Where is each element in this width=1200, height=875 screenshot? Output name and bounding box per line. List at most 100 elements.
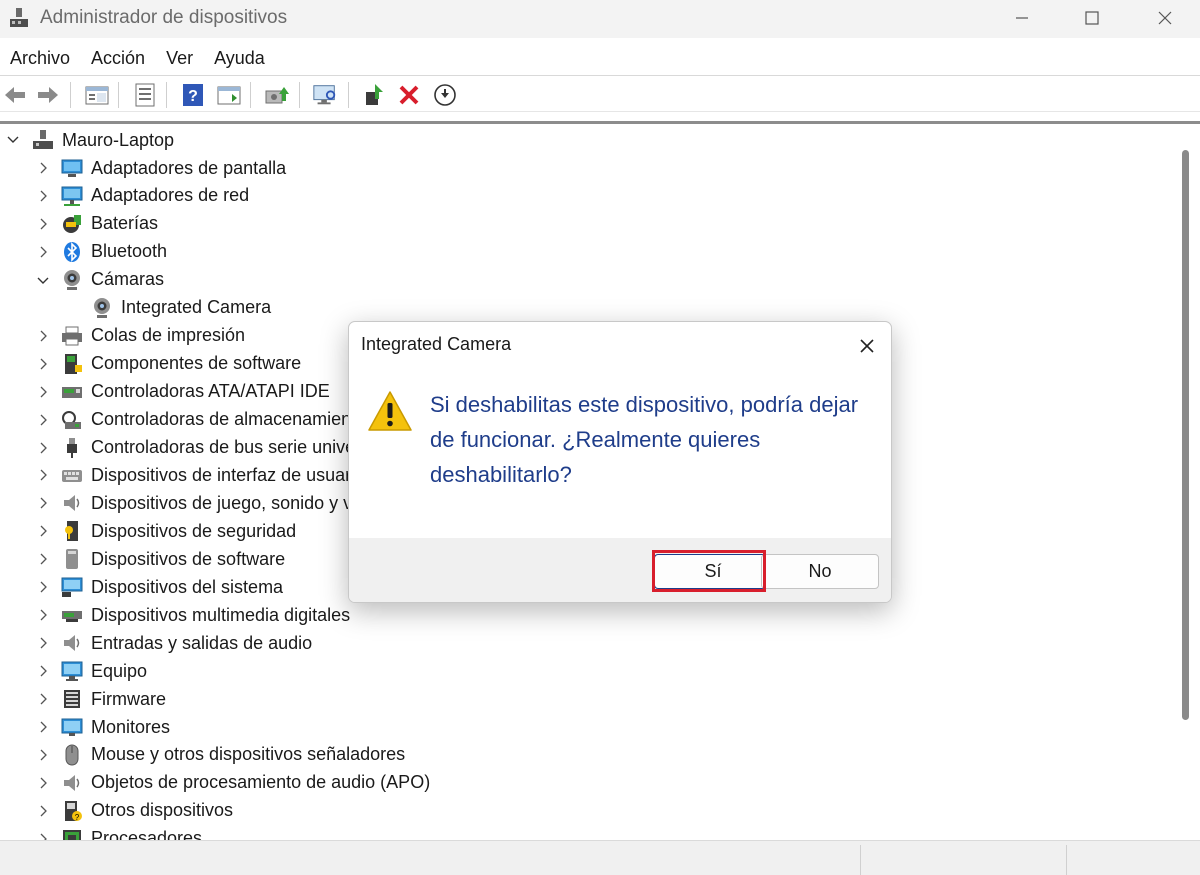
console-tree-button[interactable] [84,82,110,108]
tree-category-item[interactable]: Componentes de software [36,350,301,378]
dialog-close-button[interactable] [847,330,887,362]
help-button[interactable]: ? [180,82,206,108]
tree-root[interactable]: Mauro-Laptop [6,126,174,154]
confirm-dialog: Integrated Camera Si deshabilitas este d… [348,321,892,603]
uninstall-device-button[interactable] [396,82,422,108]
chevron-right-icon[interactable] [36,608,50,622]
tree-category-item[interactable]: Controladoras ATA/ATAPI IDE [36,378,330,406]
processor-icon [61,828,83,840]
camera-icon [61,269,83,291]
update-driver-icon [265,87,289,104]
tree-item-label: Dispositivos de juego, sonido y vídeo [91,492,388,513]
chevron-right-icon[interactable] [36,720,50,734]
maximize-button[interactable] [1064,0,1120,36]
tree-category-item[interactable]: Bluetooth [36,238,167,266]
tree-category-item[interactable]: Equipo [36,657,147,685]
chevron-right-icon[interactable] [36,413,50,427]
toolbar-separator [348,82,349,108]
tree-category-item[interactable]: Monitores [36,713,170,741]
tree-category-item[interactable]: Controladoras de bus serie universal [36,434,384,462]
svg-text:?: ? [75,813,80,822]
tree-item-label: Dispositivos multimedia digitales [91,604,351,625]
tree-item-label: Firmware [91,688,166,709]
action-pane-button[interactable] [216,82,242,108]
scan-hardware-button[interactable] [312,82,338,108]
tree-item-label: Adaptadores de pantalla [91,157,287,178]
tree-category-item[interactable]: ? Otros dispositivos [36,797,233,825]
tree-category-item[interactable]: Adaptadores de pantalla [36,154,286,182]
tree-category-item[interactable]: Firmware [36,685,166,713]
close-icon [860,339,874,353]
chevron-right-icon[interactable] [36,161,50,175]
chevron-right-icon[interactable] [36,692,50,706]
tree-item-label: Bluetooth [91,241,168,262]
chevron-right-icon[interactable] [36,524,50,538]
chevron-right-icon[interactable] [36,468,50,482]
toolbar-separator [166,82,167,108]
tree-category-item[interactable]: Controladoras de almacenamiento [36,406,366,434]
back-button[interactable] [2,82,28,108]
tree-category-item[interactable]: Adaptadores de red [36,182,249,210]
chevron-right-icon[interactable] [36,329,50,343]
enable-device-button[interactable] [362,82,388,108]
firmware-icon [61,688,83,710]
chevron-right-icon[interactable] [36,385,50,399]
scan-hardware-icon [313,85,336,105]
tree-category-item[interactable]: Dispositivos de seguridad [36,517,296,545]
action-pane-icon [217,86,241,105]
chevron-down-icon[interactable] [6,133,20,147]
chevron-right-icon[interactable] [36,580,50,594]
menu-ayuda[interactable]: Ayuda [204,41,276,75]
menu-ver[interactable]: Ver [156,41,204,75]
forward-button[interactable] [35,82,61,108]
tree-item-label: Dispositivos del sistema [91,576,284,597]
tree-item-label: Equipo [91,660,148,681]
bluetooth-icon [61,241,83,263]
properties-button[interactable] [132,82,158,108]
menu-accion[interactable]: Acción [81,41,156,75]
chevron-right-icon[interactable] [36,776,50,790]
chevron-right-icon[interactable] [36,189,50,203]
speaker-icon [61,492,83,514]
security-device-icon [61,520,83,542]
chevron-right-icon[interactable] [36,804,50,818]
tree-category-item[interactable]: Dispositivos de juego, sonido y vídeo [36,489,387,517]
chevron-right-icon[interactable] [36,441,50,455]
close-window-button[interactable] [1137,0,1193,36]
close-icon [1158,11,1172,25]
chevron-right-icon[interactable] [36,832,50,840]
computer-root-icon [32,129,54,151]
tree-category-item[interactable]: Dispositivos del sistema [36,573,283,601]
mouse-icon [61,744,83,766]
scrollbar-thumb[interactable] [1182,150,1189,720]
chevron-right-icon[interactable] [36,664,50,678]
chevron-right-icon[interactable] [36,552,50,566]
tree-category-item[interactable]: Mouse y otros dispositivos señaladores [36,741,405,769]
disable-device-button[interactable] [432,82,458,108]
tree-category-item[interactable]: Cámaras [36,266,164,294]
chevron-right-icon[interactable] [36,496,50,510]
usb-icon [61,437,83,459]
chevron-right-icon[interactable] [36,217,50,231]
tree-category-item[interactable]: Procesadores [36,825,202,840]
chevron-right-icon[interactable] [36,636,50,650]
help-icon: ? [183,84,203,106]
tree-category-item[interactable]: Baterías [36,210,158,238]
tree-category-item[interactable]: Entradas y salidas de audio [36,629,312,657]
chevron-down-icon[interactable] [36,273,50,287]
tree-category-item[interactable]: Dispositivos multimedia digitales [36,601,350,629]
chevron-right-icon[interactable] [36,748,50,762]
tree-category-item[interactable]: Colas de impresión [36,322,245,350]
update-driver-button[interactable] [264,82,290,108]
tree-category-item[interactable]: Dispositivos de software [36,545,285,573]
no-button[interactable]: No [761,554,879,589]
menu-archivo[interactable]: Archivo [0,41,81,75]
minimize-button[interactable] [994,0,1050,36]
yes-button-highlight [652,550,766,592]
tree-category-item[interactable]: Objetos de procesamiento de audio (APO) [36,769,430,797]
title-bar: Administrador de dispositivos [0,0,1200,38]
chevron-right-icon[interactable] [36,245,50,259]
software-device-icon [61,548,83,570]
tree-child-item[interactable]: Integrated Camera [91,294,271,322]
chevron-right-icon[interactable] [36,357,50,371]
